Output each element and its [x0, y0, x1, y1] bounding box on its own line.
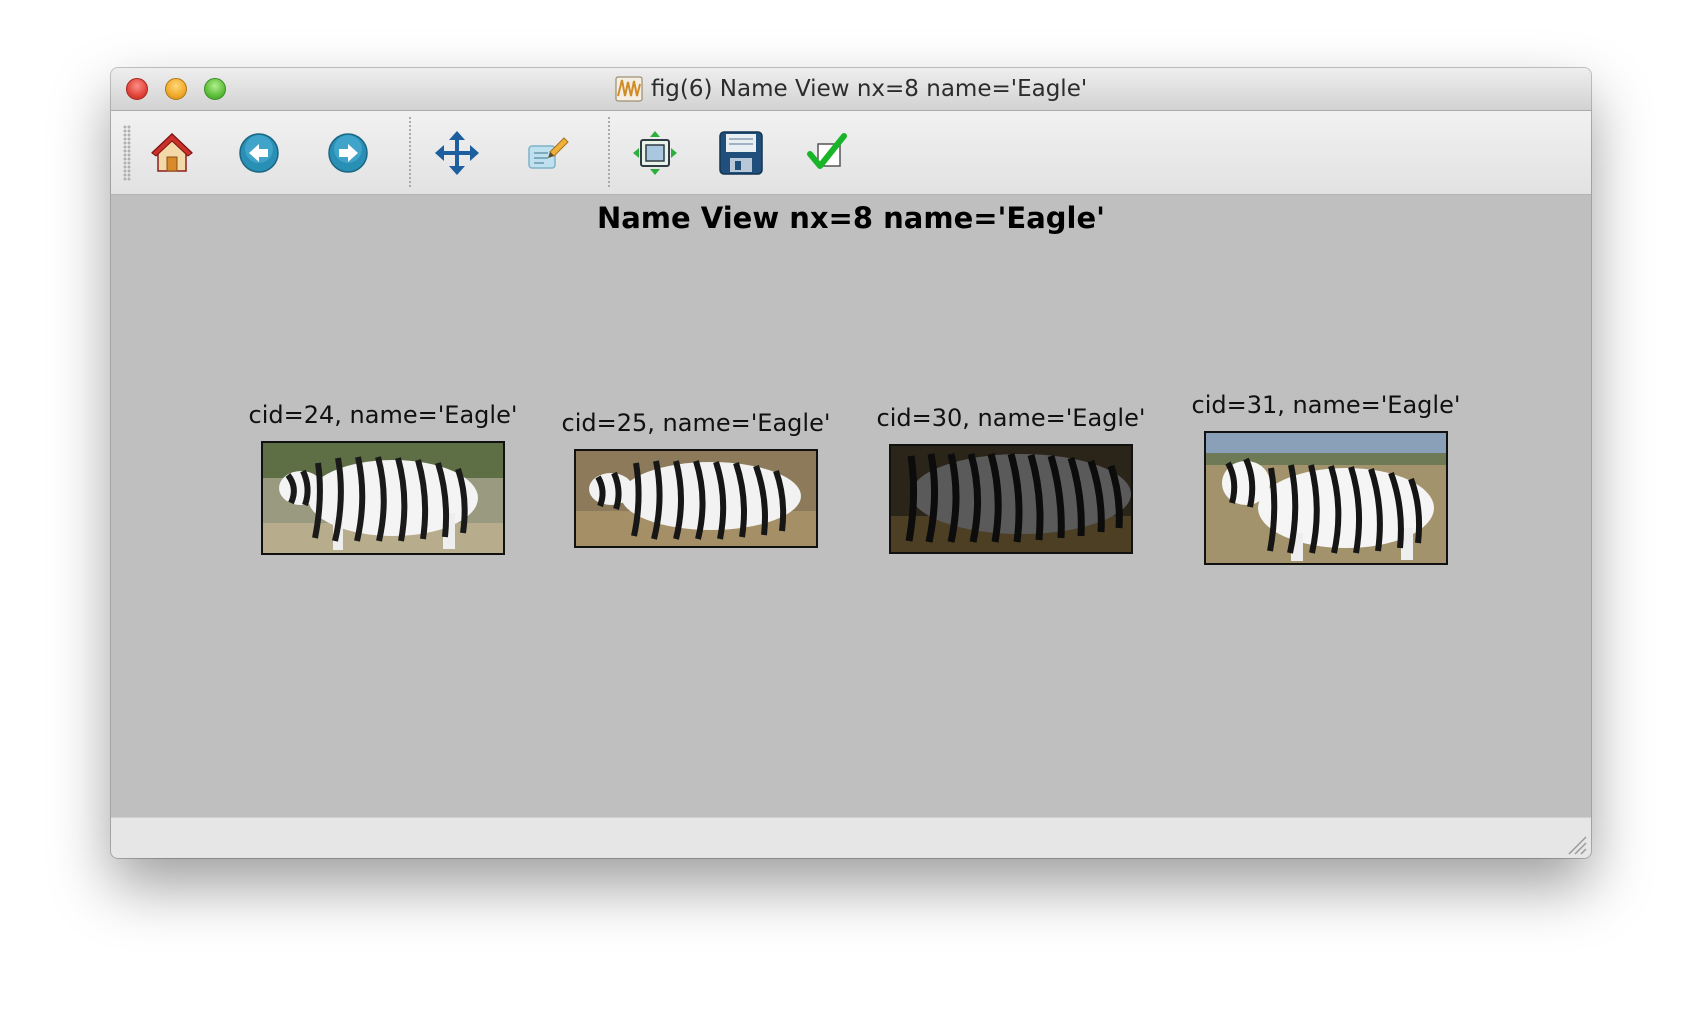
- zebra-thumbnail[interactable]: [1204, 431, 1448, 565]
- zebra-thumbnail[interactable]: [574, 449, 818, 548]
- window-title: fig(6) Name View nx=8 name='Eagle': [650, 76, 1088, 102]
- matplotlib-app-icon: [615, 76, 643, 102]
- toolbar-grip[interactable]: [123, 125, 131, 181]
- zebra-photo-dark: [891, 446, 1131, 552]
- save-floppy-icon: [719, 131, 763, 175]
- chip-label: cid=24, name='Eagle': [248, 401, 518, 429]
- chip-label: cid=31, name='Eagle': [1191, 391, 1461, 419]
- status-bar: [111, 817, 1591, 858]
- zebra-photo: [1206, 433, 1446, 563]
- zoom-rect-icon: [528, 137, 569, 169]
- forward-arrow-icon: [328, 133, 368, 173]
- figure-canvas[interactable]: Name View nx=8 name='Eagle' cid=24, name…: [111, 195, 1591, 817]
- forward-button[interactable]: [324, 129, 372, 177]
- zebra-photo: [263, 443, 503, 553]
- figure-window: fig(6) Name View nx=8 name='Eagle' Name …: [111, 68, 1591, 858]
- save-button[interactable]: [717, 129, 765, 177]
- zoom-button[interactable]: [523, 129, 571, 177]
- edit-checkmark-icon: [807, 133, 847, 169]
- figure-title: Name View nx=8 name='Eagle': [596, 201, 1106, 235]
- zebra-thumbnail[interactable]: [261, 441, 505, 555]
- subplots-configure-icon: [633, 131, 677, 175]
- title-bar[interactable]: fig(6) Name View nx=8 name='Eagle': [111, 68, 1591, 111]
- zebra-photo: [576, 451, 816, 546]
- pan-button[interactable]: [433, 129, 481, 177]
- toolbar-separator: [409, 117, 411, 189]
- resize-grip-icon[interactable]: [1565, 833, 1587, 855]
- chip-label: cid=30, name='Eagle': [876, 404, 1146, 432]
- chip-label: cid=25, name='Eagle': [561, 409, 831, 437]
- back-arrow-icon: [239, 133, 279, 173]
- configure-subplots-button[interactable]: [631, 129, 679, 177]
- pan-move-icon: [435, 131, 479, 175]
- home-icon: [151, 132, 193, 172]
- edit-parameters-button[interactable]: [803, 129, 851, 177]
- zebra-thumbnail[interactable]: [889, 444, 1133, 554]
- back-button[interactable]: [235, 129, 283, 177]
- title-group: fig(6) Name View nx=8 name='Eagle': [111, 68, 1591, 110]
- home-button[interactable]: [148, 129, 196, 177]
- toolbar-separator: [608, 117, 610, 189]
- navigation-toolbar: [111, 111, 1591, 195]
